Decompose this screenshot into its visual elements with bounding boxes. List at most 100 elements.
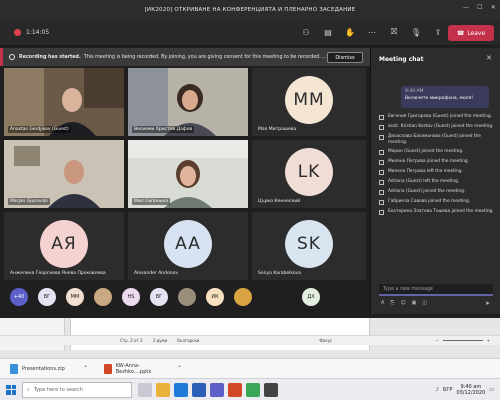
word-status-language[interactable]: български [177, 338, 199, 343]
format-icon[interactable]: A [381, 300, 384, 306]
windows-logo-icon [6, 384, 16, 395]
chat-events: Евгения Григорова (Guest) joined the mee… [379, 114, 499, 219]
hang-up-icon: ☎ [456, 29, 465, 37]
avatar-tile[interactable]: SK Sonya Karabelkova [252, 212, 366, 280]
raise-hand-icon[interactable]: ✋ [344, 26, 356, 38]
video-tile[interactable]: Anastas Gerdjikov (Guest) [4, 68, 124, 136]
more-actions-icon[interactable]: ⋯ [366, 26, 378, 38]
avatar-tile[interactable]: AA Alexander Andonov [128, 212, 248, 280]
emoji-icon[interactable]: ☺ [400, 300, 405, 306]
join-icon [379, 160, 384, 165]
chevron-up-icon[interactable]: ⌃ [83, 365, 88, 372]
participant-name: Sonya Karabelkova [258, 271, 302, 276]
chrome-icon[interactable] [246, 382, 260, 397]
recording-indicator-icon [14, 29, 21, 36]
notifications-icon[interactable]: ▭ [489, 387, 494, 393]
window-controls: — ☐ ✕ [463, 4, 496, 11]
meeting-timer: 1:14:05 [26, 29, 50, 36]
participant-avatar[interactable]: HS [122, 288, 140, 306]
participant-avatar[interactable]: ВГ [150, 288, 168, 306]
chat-compose-input[interactable]: Type a new message [379, 284, 493, 296]
taskbar-search-placeholder: Type here to search [33, 386, 83, 393]
participant-avatar[interactable]: ВГ [38, 288, 56, 306]
recording-icon [9, 54, 15, 60]
minimize-icon[interactable]: — [463, 4, 469, 11]
avatar-initials: LK [297, 162, 321, 182]
download-item[interactable]: Presentations.zip ⌃ [6, 361, 92, 377]
participant-strip: +40 ВГ ММ HS ВГ ИК ДХ [0, 283, 370, 311]
taskbar: ⌕ Type here to search ♪ БГР 9:40 am 03/1… [0, 378, 500, 400]
chat-message-time: 9:40 AM [405, 89, 424, 94]
clock-date: 03/12/2020 [456, 389, 486, 396]
task-view-icon[interactable] [138, 382, 152, 397]
sticker-icon[interactable]: ◫ [422, 300, 427, 306]
edge-icon[interactable] [174, 382, 188, 397]
mini-initials: ДХ [307, 294, 315, 300]
participant-name: Мил Сипонька [132, 198, 170, 205]
leave-icon [379, 180, 384, 185]
video-tile[interactable]: Мил Сипонька [128, 140, 248, 208]
zoom-track[interactable] [442, 340, 483, 341]
avatar-tile[interactable]: АЯ Анжелина Георгиева Янева Проковлева [4, 212, 124, 280]
chat-event: Евгения Григорова (Guest) joined the mee… [379, 114, 499, 120]
chevron-up-icon[interactable]: ⌃ [177, 365, 182, 372]
send-icon[interactable]: ➤ [485, 300, 490, 307]
gif-icon[interactable]: ▣ [412, 300, 417, 306]
participant-avatar[interactable] [94, 288, 112, 306]
avatar: AA [164, 220, 212, 268]
close-icon[interactable]: ✕ [486, 54, 492, 62]
word-zoom-slider[interactable]: − + [435, 338, 490, 343]
word-icon[interactable] [192, 382, 206, 397]
zoom-out-icon[interactable]: − [435, 338, 438, 343]
leave-icon [379, 170, 384, 175]
participants-icon[interactable]: ⚇ [300, 26, 312, 38]
speaker-icon[interactable]: ♪ [436, 387, 439, 393]
word-status-page: Стр. 2 от 2 [120, 338, 143, 343]
mic-off-icon[interactable]: 🎙 [410, 26, 422, 38]
search-icon: ⌕ [27, 386, 30, 393]
chat-event-text: Десислава Басиманова (Guest) joined the … [388, 134, 481, 145]
chat-event: Милена Петрова joined the meeting. [379, 159, 499, 165]
chat-message: 9:40 AM Включете микрофона, моля! [401, 86, 489, 108]
recording-notice-title: Recording has started. [19, 54, 81, 60]
avatar-tile[interactable]: LK Църко Кеннеский [252, 140, 366, 208]
avatar-tile[interactable]: MM Мая Митрашева [252, 68, 366, 136]
taskbar-search[interactable]: ⌕ Type here to search [22, 381, 132, 398]
powerpoint-icon[interactable] [228, 382, 242, 397]
participant-avatar[interactable]: +40 [10, 288, 28, 306]
start-button[interactable] [0, 379, 22, 400]
keyboard-language[interactable]: БГР [443, 387, 453, 393]
join-icon [379, 210, 384, 215]
participant-avatar[interactable] [234, 288, 252, 306]
word-focus-mode[interactable]: Фокус [319, 338, 332, 343]
mini-initials: +40 [13, 294, 25, 300]
download-filename: KW-Anna-Bezhko....pptx [115, 362, 152, 375]
mini-initials: ММ [70, 294, 80, 300]
participant-avatar[interactable]: ДХ [302, 288, 320, 306]
participant-avatar[interactable] [178, 288, 196, 306]
chat-event-text: Adriana (Guest) joined the meeting. [388, 189, 466, 194]
camera-off-icon[interactable]: ⛝ [388, 26, 400, 38]
taskbar-clock[interactable]: 9:40 am 03/12/2020 [456, 384, 485, 396]
zoom-in-icon[interactable]: + [487, 338, 490, 343]
chat-icon[interactable]: ▤ [322, 26, 334, 38]
share-icon[interactable]: ⇪ [432, 26, 444, 38]
taskbar-apps [138, 382, 278, 397]
participant-avatar[interactable]: ИК [206, 288, 224, 306]
leave-button[interactable]: ☎ Leave [448, 25, 494, 41]
video-tile[interactable]: Весиеми Христов Дафов [128, 68, 248, 136]
maximize-icon[interactable]: ☐ [477, 4, 483, 11]
chat-event-text: Габриела Савова joined the meeting. [388, 199, 471, 204]
file-explorer-icon[interactable] [156, 382, 170, 397]
avatar-initials: AA [175, 234, 201, 254]
participant-name: Мая Митрашева [258, 127, 297, 132]
avatar: АЯ [40, 220, 88, 268]
attach-icon[interactable]: ⎘ [390, 300, 394, 306]
close-icon[interactable]: ✕ [491, 4, 496, 11]
app-icon[interactable] [264, 382, 278, 397]
download-item[interactable]: KW-Anna-Bezhko....pptx ⌃ [100, 361, 186, 377]
dismiss-button[interactable]: Dismiss [327, 52, 363, 63]
teams-icon[interactable] [210, 382, 224, 397]
video-tile[interactable]: Marjan Gjurovski [4, 140, 124, 208]
participant-avatar[interactable]: ММ [66, 288, 84, 306]
